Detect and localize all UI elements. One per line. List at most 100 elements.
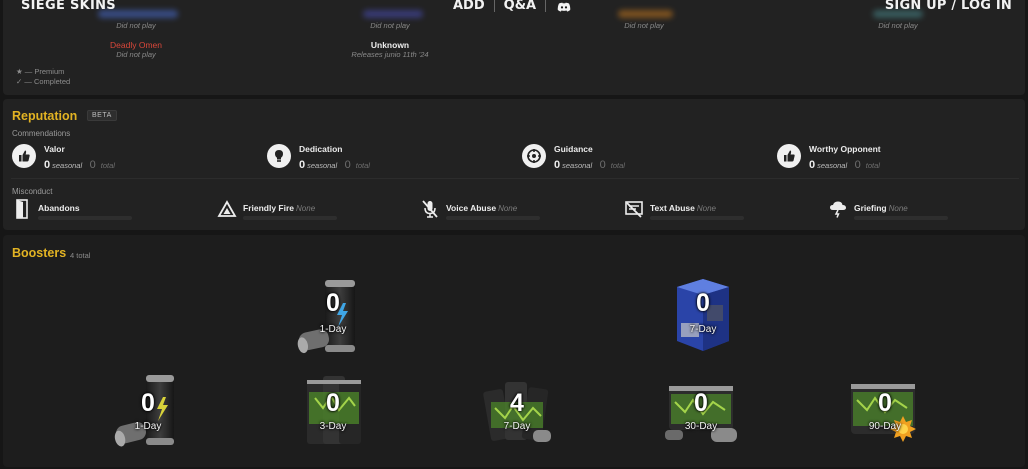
- section-divider: [11, 178, 1019, 179]
- misconduct-bar: [650, 216, 744, 220]
- seasonal-label: seasonal: [562, 161, 593, 170]
- triangle-icon: [217, 199, 237, 219]
- total-label: total: [610, 161, 625, 170]
- legend-completed: ✓ — Completed: [16, 77, 71, 86]
- season-name-deadly-omen: Deadly Omen: [110, 40, 162, 50]
- booster-duration: 1-Day: [319, 324, 347, 335]
- misconduct-label: Misconduct: [12, 187, 53, 196]
- booster-duration: 90-Day: [868, 421, 902, 432]
- text-abuse-icon: [624, 199, 644, 219]
- thumbs-up-icon: [12, 144, 36, 168]
- commendations-label: Commendations: [12, 129, 71, 138]
- beta-badge: BETA: [87, 110, 117, 121]
- signup-login-link[interactable]: SIGN UP / LOG IN: [885, 0, 1012, 13]
- misconduct-name: Text Abuse None: [650, 203, 716, 213]
- total-label: total: [355, 161, 370, 170]
- booster-30-day[interactable]: 0 30-Day: [661, 372, 741, 452]
- legend-premium: ★ — Premium: [16, 67, 65, 76]
- misconduct-title: Friendly Fire: [243, 203, 295, 213]
- booster-count: 0: [878, 389, 892, 417]
- muted-mic-icon: [420, 199, 440, 219]
- commendation-name: Worthy Opponent: [809, 144, 881, 154]
- booster-duration: 1-Day: [134, 421, 162, 432]
- top-nav: SIEGE SKINS ADD Q&A SIGN UP / LOG IN: [0, 0, 1028, 14]
- total-count: 0 total: [600, 159, 625, 171]
- total-value: 0: [854, 159, 861, 171]
- misconduct-title: Abandons: [38, 203, 80, 213]
- commendation-valor: Valor 0 seasonal 0 total: [12, 142, 212, 172]
- misconduct-value: None: [696, 204, 716, 213]
- misconduct-title: Griefing: [854, 203, 887, 213]
- misconduct-name: Friendly Fire None: [243, 203, 315, 213]
- commendation-values: 0 seasonal 0 total: [809, 155, 880, 173]
- season-release-date: Releases junio 11th '24: [351, 50, 429, 59]
- thumbs-up-icon: [777, 144, 801, 168]
- season-status: Did not play: [370, 21, 410, 30]
- brand-logo-text[interactable]: SIEGE SKINS: [21, 0, 116, 13]
- commendation-name: Guidance: [554, 144, 593, 154]
- booster-count: 0: [326, 289, 340, 317]
- booster-1-day-premium[interactable]: 0 1-Day: [293, 275, 373, 355]
- season-name-unknown: Unknown: [370, 40, 410, 50]
- misconduct-title: Voice Abuse: [446, 203, 497, 213]
- seasonal-label: seasonal: [817, 161, 848, 170]
- nav-separator: [493, 0, 495, 12]
- misconduct-abandons: Abandons: [12, 199, 202, 223]
- misconduct-bar: [854, 216, 948, 220]
- total-value: 0: [344, 159, 351, 171]
- misconduct-name: Griefing None: [854, 203, 908, 213]
- commendation-guidance: Guidance 0 seasonal 0 total: [522, 142, 722, 172]
- booster-count: 0: [326, 389, 340, 417]
- compass-icon: [522, 144, 546, 168]
- season-status: Did not play: [624, 21, 664, 30]
- misconduct-value: None: [296, 204, 316, 213]
- season-status: Did not play: [116, 50, 156, 59]
- booster-count: 0: [694, 389, 708, 417]
- booster-7-day[interactable]: 4 7-Day: [477, 372, 557, 452]
- season-status: Did not play: [116, 21, 156, 30]
- seasonal-count: 0: [554, 159, 561, 171]
- misconduct-value: None: [888, 204, 908, 213]
- booster-7-day-premium[interactable]: 0 7-Day: [663, 275, 743, 355]
- total-count: 0 total: [90, 159, 115, 171]
- misconduct-voice-abuse: Voice Abuse None: [420, 199, 610, 223]
- total-label: total: [865, 161, 880, 170]
- booster-duration: 7-Day: [689, 324, 717, 335]
- boosters-panel: Boosters 4 total 0 1-Day 0 7-Day 0 1-Day…: [3, 235, 1025, 467]
- misconduct-value: None: [498, 204, 518, 213]
- seasonal-count: 0: [299, 159, 306, 171]
- nav-qa-link[interactable]: Q&A: [504, 0, 536, 13]
- nav-add-link[interactable]: ADD: [453, 0, 485, 13]
- booster-1-day[interactable]: 0 1-Day: [108, 372, 188, 452]
- seasonal-count: 0: [809, 159, 816, 171]
- misconduct-friendly-fire: Friendly Fire None: [217, 199, 407, 223]
- booster-3-day[interactable]: 0 3-Day: [293, 372, 373, 452]
- total-value: 0: [599, 159, 606, 171]
- door-icon: [12, 199, 32, 219]
- misconduct-name: Abandons: [38, 203, 82, 213]
- booster-duration: 7-Day: [503, 421, 531, 432]
- season-status: Did not play: [878, 21, 918, 30]
- booster-90-day[interactable]: 0 90-Day: [845, 372, 925, 452]
- total-count: 0 total: [855, 159, 880, 171]
- reputation-panel: Reputation BETA Commendations Valor 0 sea…: [3, 99, 1025, 230]
- booster-duration: 30-Day: [684, 421, 718, 432]
- seasonal-label: seasonal: [52, 161, 83, 170]
- discord-icon[interactable]: [557, 1, 571, 12]
- commendation-dedication: Dedication 0 seasonal 0 total: [267, 142, 467, 172]
- reputation-title: Reputation: [12, 109, 78, 123]
- commendation-values: 0 seasonal 0 total: [299, 155, 370, 173]
- storm-cloud-icon: [828, 199, 848, 219]
- total-label: total: [100, 161, 115, 170]
- commendation-values: 0 seasonal 0 total: [44, 155, 115, 173]
- booster-duration: 3-Day: [319, 421, 347, 432]
- misconduct-bar: [446, 216, 540, 220]
- misconduct-griefing: Griefing None: [828, 199, 1018, 223]
- nav-links: ADD Q&A: [453, 0, 571, 13]
- lightbulb-icon: [267, 144, 291, 168]
- total-count: 0 total: [345, 159, 370, 171]
- booster-count: 4: [510, 389, 524, 417]
- misconduct-bar: [243, 216, 337, 220]
- misconduct-title: Text Abuse: [650, 203, 695, 213]
- misconduct-name: Voice Abuse None: [446, 203, 517, 213]
